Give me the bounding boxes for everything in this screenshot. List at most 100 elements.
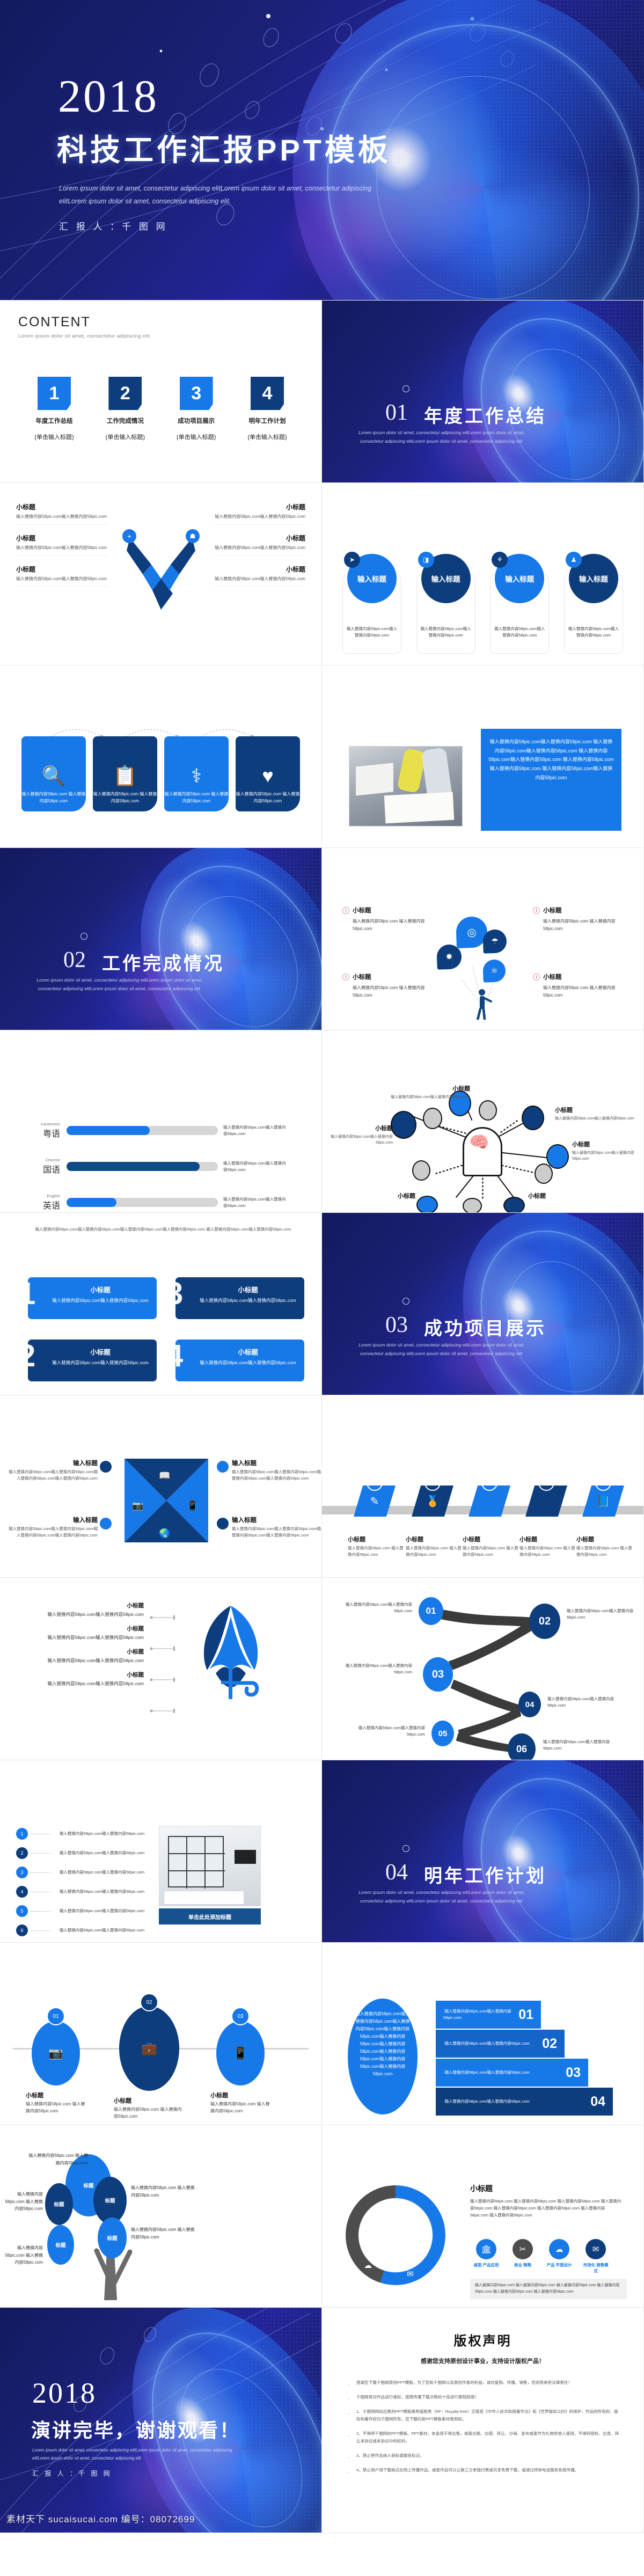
step-bar[interactable]: ·输入替换内容58pic.com输入替换内容58pic.com 04 xyxy=(436,2088,613,2116)
tree-leaf[interactable]: 标题 xyxy=(98,2218,127,2258)
step-bar[interactable]: ·输入替换内容58pic.com输入替换内容58pic.com 02 xyxy=(436,2030,565,2058)
slide-section-04[interactable]: 04 明年工作计划 Lorem ipsum dolor sit amet, co… xyxy=(322,1760,644,1943)
slide-progress-bars[interactable]: Cantonese 粤语 输入替换内容58pic.com输入替换内容58pic.c… xyxy=(0,1030,322,1213)
slide-tree[interactable]: 标题 标题 标题 标题 标题 输入替换内容58pic.com 输入替换内容58p… xyxy=(0,2125,322,2308)
node-grey xyxy=(423,1108,442,1129)
slide-brain-network[interactable]: 🧠 小标题 输入替换内容58pic.com输入替换内容58pic.com 小标题… xyxy=(322,1030,644,1213)
ellipse-item[interactable]: 03 📱 小标题 输入替换内容58pic.com 输入替换内容58pic.com xyxy=(210,2007,270,2115)
v-chevron-graphic xyxy=(127,538,195,610)
slide-cycle[interactable]: 🏛 ✂ ☁ ✉ 小标题 输入替换内容58pic.com 输入替换内容58pic.… xyxy=(322,2125,644,2308)
progress-row[interactable]: Cantonese 粤语 输入替换内容58pic.com输入替换内容58pic.c… xyxy=(40,1122,287,1139)
node-blue xyxy=(416,1196,438,1212)
ribbon-card[interactable]: 1 小标题 输入替换内容58pic.com输入替换内容58pic.com xyxy=(18,1277,157,1319)
tree-text: 输入替换内容58pic.com 输入替换内容58pic.com xyxy=(131,2185,195,2198)
content-item[interactable]: 3 成功项目展示 (单击输入标题) xyxy=(167,377,226,442)
circle-card[interactable]: ◨ 输入标题 输入替换内容58pic.com输入替换内容58pic.com xyxy=(414,552,478,654)
slide-v-chevron[interactable]: 小标题 输入替换内容58pic.com输入替换内容58pic.com 小标题 输入替… xyxy=(0,483,322,665)
slide-section-03[interactable]: 03 成功项目展示 Lorem ipsum dolor sit amet, co… xyxy=(322,1213,644,1395)
timeline-item[interactable]: ✎ 1 小标题 输入替换内容58pic.com 输入替换内容58pic.com xyxy=(346,1485,404,1558)
ribbon-card[interactable]: 2 小标题 输入替换内容58pic.com输入替换内容58pic.com xyxy=(18,1340,157,1381)
umbrella-title: 小标题 xyxy=(127,1602,144,1609)
slide-thank-you[interactable]: 2018 演讲完毕，谢谢观看！ Lorem ipsum dolor sit am… xyxy=(0,2308,322,2533)
slide-timeline[interactable]: ✎ 1 小标题 输入替换内容58pic.com 输入替换内容58pic.com … xyxy=(322,1395,644,1578)
timeline-item[interactable]: 🏅 2 小标题 输入替换内容58pic.com 输入替换内容58pic.com xyxy=(404,1485,462,1558)
user-icon: ☗ xyxy=(186,529,200,543)
ellipse-item[interactable]: 02 💼 小标题 输入替换内容58pic.com 输入替换内容58pic.com xyxy=(114,1993,185,2120)
slide-ellipse-trio[interactable]: 01 📷 小标题 输入替换内容58pic.com 输入替换内容58pic.com … xyxy=(0,1943,322,2125)
ribbon-title: 小标题 xyxy=(90,1349,111,1356)
office-row[interactable]: 2 输入替换内容58pic.com输入替换内容58pic.com xyxy=(16,1847,150,1859)
tile[interactable]: ⚕ 输入替换内容58pic.com 输入替换内容58pic.com xyxy=(164,736,229,811)
slide-section-02[interactable]: 02 工作完成情况 Lorem ipsum dolor sit amet, co… xyxy=(0,848,322,1030)
content-item[interactable]: 4 明年工作计划 (单击输入标题) xyxy=(238,377,297,442)
office-row[interactable]: 5 输入替换内容58pic.com输入替换内容58pic.com xyxy=(16,1905,150,1917)
ribbon-card[interactable]: 3 小标题 输入替换内容58pic.com输入替换内容58pic.com xyxy=(166,1277,304,1319)
ribbon-card[interactable]: 4 小标题 输入替换内容58pic.com输入替换内容58pic.com xyxy=(166,1340,304,1381)
zz-node[interactable]: 04 xyxy=(518,1692,541,1717)
circle-card[interactable]: ♟ 输入标题 输入替换内容58pic.com输入替换内容58pic.com xyxy=(562,552,625,654)
slide-office-list[interactable]: 1 输入替换内容58pic.com输入替换内容58pic.com 2 输入替换内容5… xyxy=(0,1760,322,1943)
slide-title-cover[interactable]: 2018 科技工作汇报PPT模板 Lorem ipsum dolor sit a… xyxy=(0,0,644,301)
tile[interactable]: 🔍 输入替换内容58pic.com 输入替换内容58pic.com xyxy=(21,736,86,811)
circle-card[interactable]: ⚘ 输入标题 输入替换内容58pic.com输入替换内容58pic.com xyxy=(488,552,551,654)
cycle-icon-item[interactable]: ☁ 产品 平面设计 xyxy=(546,2239,572,2274)
slide-photo-callout[interactable]: 输入替换内容58pic.com输入替换内容58pic.com 输入替换内容58p… xyxy=(322,665,644,848)
slide-umbrella[interactable]: 小标题 输入替换内容58pic.com输入替换内容58pic.com 小标题 输入替… xyxy=(0,1578,322,1760)
timeline-title: 小标题 xyxy=(576,1536,594,1543)
office-row-number: 2 xyxy=(16,1847,28,1859)
office-row[interactable]: 3 输入替换内容58pic.com输入替换内容58pic.com xyxy=(16,1867,150,1878)
timeline-item[interactable]: 📘 5 小标题 输入替换内容58pic.com 输入替换内容58pic.com xyxy=(574,1485,632,1558)
progress-track[interactable] xyxy=(67,1126,218,1135)
progress-row[interactable]: English 英语 输入替换内容58pic.com输入替换内容58pic.com xyxy=(40,1194,287,1211)
slide-steps[interactable]: 输入替换内容58pic.com输入替换内容58pic.com输入替换内容58pi… xyxy=(322,1943,644,2125)
slide-ribbon-cards[interactable]: 输入替换内容58pic.com输入替换内容58pic.com 输入替换内容58pi… xyxy=(0,1213,322,1395)
zz-node[interactable]: 05 xyxy=(431,1721,454,1746)
tree-leaf[interactable]: 标题 xyxy=(47,2225,74,2265)
zz-node[interactable]: 06 xyxy=(508,1733,536,1760)
cycle-icon-item[interactable]: ✂ 商业 策略 xyxy=(510,2239,536,2274)
node-grey xyxy=(412,1160,430,1181)
brain-label: 小标题 输入替换内容58pic.com输入替换内容58pic.com xyxy=(572,1140,641,1162)
slide-copyright[interactable]: 版权声明 感谢您支持原创设计事业，支持设计版权产品！ 感谢您下载千图网原创PPT… xyxy=(322,2308,644,2533)
cycle-icon-list: 🏛 桌面 产品应用 ✂ 商业 策略 ☁ 产品 平面设计 ✉ 市场化 销售模式 xyxy=(473,2239,609,2274)
tree-leaf[interactable]: 标题 xyxy=(93,2177,127,2224)
zz-node-number: 03 xyxy=(431,1668,444,1680)
slide-balloons[interactable]: i 小标题 输入替换内容58pic.com 输入替换内容58pic.com i 小标… xyxy=(322,848,644,1030)
slide-section-01[interactable]: 01 年度工作总结 Lorem ipsum dolor sit amet, co… xyxy=(322,301,644,483)
zz-node[interactable]: 01 xyxy=(419,1597,443,1625)
progress-track[interactable] xyxy=(67,1198,218,1207)
slide-circle-cards[interactable]: ➤ 输入标题 输入替换内容58pic.com输入替换内容58pic.com ◨ … xyxy=(322,483,644,665)
tree-leaf[interactable]: 标题 xyxy=(45,2183,73,2225)
zz-node-number: 02 xyxy=(538,1615,551,1627)
zz-node[interactable]: 02 xyxy=(529,1604,560,1639)
content-item[interactable]: 2 工作完成情况 (单击输入标题) xyxy=(96,377,155,442)
slide-x-square[interactable]: 📖 📷 📱 🌏 输入标题 输入替换内容58pic.com输入替换内容58pic.… xyxy=(0,1395,322,1578)
cycle-icon-item[interactable]: 🏛 桌面 产品应用 xyxy=(473,2239,499,2274)
cycle-footer: 输入替换内容58pic.com 输入替换内容58pic.com 输入替换内容58… xyxy=(470,2279,627,2299)
slide-icon-tiles[interactable]: 🔍 输入替换内容58pic.com 输入替换内容58pic.com 📋 输入替换… xyxy=(0,665,322,848)
step-bar[interactable]: ·输入替换内容58pic.com输入替换内容58pic.com 01 xyxy=(436,2001,541,2029)
brain-label-title: 小标题 xyxy=(398,1193,415,1199)
cycle-icon-label: 产品 平面设计 xyxy=(546,2263,572,2267)
slide-content-overview[interactable]: CONTENT Lorem ipsum dolor sit amet, cons… xyxy=(0,301,322,483)
office-row[interactable]: 4 输入替换内容58pic.com输入替换内容58pic.com xyxy=(16,1886,150,1898)
slide-zigzag-nodes[interactable]: 01 输入替换内容58pic.com输入替换内容58pic.com 02 输入替… xyxy=(322,1578,644,1760)
timeline-item[interactable]: 3 小标题 输入替换内容58pic.com 输入替换内容58pic.com xyxy=(460,1485,518,1558)
x-label-body: 输入替换内容58pic.com输入替换内容58pic.com输入替换内容58pi… xyxy=(232,1526,322,1538)
zz-node[interactable]: 03 xyxy=(423,1657,453,1692)
ellipse-item[interactable]: 01 📷 小标题 输入替换内容58pic.com 输入替换内容58pic.com xyxy=(26,2007,86,2115)
progress-track[interactable] xyxy=(67,1162,218,1171)
zz-text: 输入替换内容58pic.com输入替换内容58pic.com xyxy=(345,1663,412,1675)
timeline-item[interactable]: 4 小标题 输入替换内容58pic.com 输入替换内容58pic.com xyxy=(517,1485,575,1558)
circle-card[interactable]: ➤ 输入标题 输入替换内容58pic.com输入替换内容58pic.com xyxy=(340,552,404,654)
ellipse-title: 小标题 xyxy=(114,2098,131,2104)
tile[interactable]: ♥ 输入替换内容58pic.com 输入替换内容58pic.com xyxy=(236,736,300,811)
cycle-icon-item[interactable]: ✉ 市场化 销售模式 xyxy=(583,2239,609,2274)
office-row[interactable]: 6 输入替换内容58pic.com输入替换内容58pic.com xyxy=(16,1924,150,1936)
progress-row[interactable]: Chinese 国语 输入替换内容58pic.com输入替换内容58pic.com xyxy=(40,1158,287,1175)
progress-label-cn: 粤语 xyxy=(42,1130,60,1139)
content-item[interactable]: 1 年度工作总结 (单击输入标题) xyxy=(25,377,84,442)
step-bar[interactable]: ·输入替换内容58pic.com输入替换内容58pic.com 03 xyxy=(436,2059,588,2087)
office-row[interactable]: 1 输入替换内容58pic.com输入替换内容58pic.com xyxy=(16,1828,150,1840)
tile[interactable]: 📋 输入替换内容58pic.com 输入替换内容58pic.com xyxy=(93,736,157,811)
